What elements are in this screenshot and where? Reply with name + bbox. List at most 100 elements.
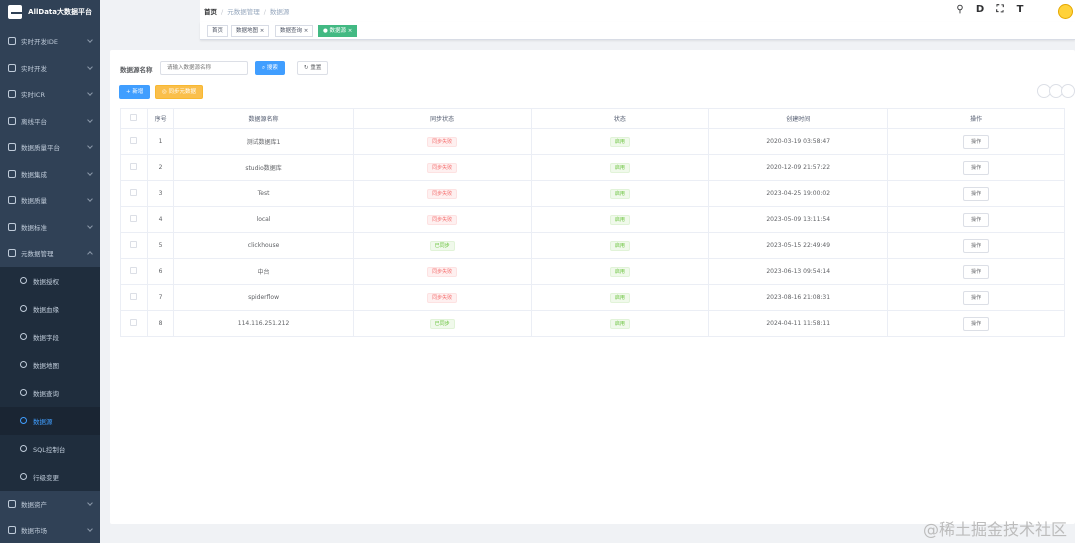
sidebar-item-label: 数据源 bbox=[33, 417, 53, 426]
sync-status-badge: 同步失败 bbox=[427, 214, 458, 225]
row-name: Test bbox=[173, 180, 354, 207]
operate-button[interactable]: 操作 bbox=[963, 212, 990, 227]
sidebar-item-quality[interactable]: 数据质量 bbox=[0, 187, 100, 214]
row-checkbox[interactable] bbox=[130, 137, 138, 144]
tag-home[interactable]: 首页 bbox=[207, 25, 229, 37]
row-index: 1 bbox=[146, 128, 175, 155]
row-op-cell: 操作 bbox=[887, 232, 1065, 259]
row-sync-cell: 已同步 bbox=[352, 232, 532, 259]
select-all-checkbox[interactable] bbox=[130, 114, 138, 121]
sidebar-item-realtime-icr[interactable]: 实时ICR bbox=[0, 81, 100, 108]
monitor-icon bbox=[20, 445, 27, 452]
operate-button[interactable]: 操作 bbox=[963, 186, 990, 201]
operate-button[interactable]: 操作 bbox=[963, 134, 990, 149]
table-row[interactable]: 6 中台 同步失败 启用 2023-06-13 09:54:14 操作 bbox=[120, 258, 1065, 285]
breadcrumb-parent[interactable]: 元数据管理 bbox=[227, 8, 260, 16]
search-icon[interactable]: ⚲ bbox=[955, 5, 965, 15]
sidebar-item-label: 离线平台 bbox=[21, 117, 47, 126]
row-status-cell: 启用 bbox=[530, 232, 710, 259]
sidebar-item-label: 数据字段 bbox=[33, 333, 59, 342]
gear-icon bbox=[20, 473, 27, 480]
fullscreen-icon[interactable]: ⛶ bbox=[995, 5, 1005, 15]
row-name: clickhouse bbox=[173, 232, 354, 259]
sidebar-item-realtime-ide[interactable]: 实时开发IDE bbox=[0, 28, 100, 55]
sidebar-subitem-lineage[interactable]: 数据血缘 bbox=[0, 295, 100, 323]
gear-icon bbox=[8, 169, 16, 178]
chevron-down-icon bbox=[87, 116, 93, 123]
sidebar-item-integration[interactable]: 数据集成 bbox=[0, 161, 100, 188]
sidebar-subitem-datasource[interactable]: 数据源 bbox=[0, 406, 100, 435]
avatar[interactable] bbox=[1058, 4, 1073, 19]
add-button[interactable]: + 新增 bbox=[119, 85, 151, 99]
sidebar-subitem-map[interactable]: 数据地图 bbox=[0, 351, 100, 379]
table-row[interactable]: 7 spiderflow 同步失败 启用 2023-08-16 21:08:31 操作 bbox=[120, 284, 1065, 311]
table-row[interactable]: 5 clickhouse 已同步 启用 2023-05-15 22:49:49 操作 bbox=[120, 232, 1065, 259]
document-icon[interactable]: D bbox=[975, 5, 985, 15]
operate-button[interactable]: 操作 bbox=[963, 264, 990, 279]
list-icon bbox=[8, 526, 16, 535]
sync-metadata-button[interactable]: ◎ 同步元数据 bbox=[155, 85, 204, 99]
navbar: 首页 / 元数据管理 / 数据源 ⚲ D ⛶ T bbox=[200, 0, 1075, 22]
row-sync-cell: 同步失败 bbox=[352, 128, 532, 155]
tag-data-query[interactable]: 数据查询 × bbox=[275, 25, 314, 37]
sidebar-item-dq-platform[interactable]: 数据质量平台 bbox=[0, 134, 100, 161]
row-checkbox[interactable] bbox=[130, 293, 138, 300]
sidebar-item-label: 数据地图 bbox=[33, 361, 59, 370]
sidebar-item-standard[interactable]: 数据标准 bbox=[0, 214, 100, 241]
status-badge: 启用 bbox=[609, 162, 630, 173]
tag-datasource[interactable]: ● 数据源 × bbox=[318, 25, 358, 37]
tag-data-map[interactable]: 数据地图 × bbox=[231, 25, 270, 37]
chevron-down-icon bbox=[87, 63, 93, 70]
font-size-icon[interactable]: T bbox=[1015, 5, 1025, 15]
sidebar-subitem-fields[interactable]: 数据字段 bbox=[0, 323, 100, 351]
folder-icon bbox=[8, 499, 16, 508]
search-button[interactable]: ⌕ 搜索 bbox=[255, 61, 285, 75]
chevron-down-icon bbox=[87, 222, 93, 229]
row-checkbox[interactable] bbox=[130, 215, 138, 222]
row-sync-cell: 同步失败 bbox=[352, 154, 532, 181]
sidebar-item-label: SQL控制台 bbox=[33, 445, 66, 454]
sidebar-subitem-query[interactable]: 数据查询 bbox=[0, 379, 100, 407]
status-badge: 启用 bbox=[609, 136, 630, 147]
row-checkbox-cell bbox=[120, 258, 148, 285]
table-row[interactable]: 3 Test 同步失败 启用 2023-04-25 19:00:02 操作 bbox=[120, 180, 1065, 207]
row-checkbox[interactable] bbox=[130, 319, 138, 326]
columns-icon[interactable] bbox=[1061, 84, 1075, 98]
metadata-submenu: 数据授权 数据血缘 数据字段 数据地图 数据查询 数据源 SQL控制台 行级变更 bbox=[0, 266, 100, 491]
sidebar-item-assets[interactable]: 数据资产 bbox=[0, 491, 100, 518]
sidebar-subitem-sql-console[interactable]: SQL控制台 bbox=[0, 435, 100, 463]
breadcrumb-current: 数据源 bbox=[269, 8, 290, 16]
row-checkbox[interactable] bbox=[130, 189, 138, 196]
row-checkbox-cell bbox=[120, 180, 148, 207]
sidebar-item-metadata[interactable]: 元数据管理 bbox=[0, 240, 100, 267]
row-created: 2023-05-15 22:49:49 bbox=[708, 232, 889, 259]
breadcrumb-home[interactable]: 首页 bbox=[204, 8, 217, 16]
table-row[interactable]: 1 测试数据库1 同步失败 启用 2020-03-19 03:58:47 操作 bbox=[120, 128, 1065, 155]
sync-status-badge: 同步失败 bbox=[427, 136, 458, 147]
sidebar-item-market[interactable]: 数据市场 bbox=[0, 517, 100, 543]
sidebar-item-realtime-dev[interactable]: 实时开发 bbox=[0, 55, 100, 82]
row-op-cell: 操作 bbox=[887, 284, 1065, 311]
app-logo[interactable]: AllData大数据平台 bbox=[0, 0, 100, 24]
table-row[interactable]: 4 local 同步失败 启用 2023-05-09 13:11:54 操作 bbox=[120, 206, 1065, 233]
operate-button[interactable]: 操作 bbox=[963, 238, 990, 253]
row-index: 6 bbox=[146, 258, 175, 285]
sidebar-subitem-row-change[interactable]: 行级变更 bbox=[0, 463, 100, 491]
row-checkbox[interactable] bbox=[130, 241, 138, 248]
operate-button[interactable]: 操作 bbox=[963, 316, 990, 331]
sidebar-item-offline[interactable]: 离线平台 bbox=[0, 108, 100, 135]
row-op-cell: 操作 bbox=[887, 310, 1065, 337]
sidebar-item-label: 数据市场 bbox=[21, 527, 47, 536]
reset-button[interactable]: ↻ 重置 bbox=[297, 61, 329, 75]
table-row[interactable]: 8 114.116.251.212 已同步 启用 2024-04-11 11:58:11… bbox=[120, 310, 1065, 337]
table-row[interactable]: 2 studio数据库 同步失败 启用 2020-12-09 21:57:22 操作 bbox=[120, 154, 1065, 181]
operate-button[interactable]: 操作 bbox=[963, 290, 990, 305]
row-checkbox[interactable] bbox=[130, 163, 138, 170]
document-icon bbox=[20, 305, 27, 312]
datasource-name-input[interactable] bbox=[160, 61, 248, 75]
chevron-down-icon bbox=[87, 196, 93, 202]
sync-status-badge: 同步失败 bbox=[427, 162, 458, 173]
sidebar-subitem-auth[interactable]: 数据授权 bbox=[0, 267, 100, 295]
operate-button[interactable]: 操作 bbox=[963, 160, 990, 175]
row-checkbox[interactable] bbox=[130, 267, 138, 274]
